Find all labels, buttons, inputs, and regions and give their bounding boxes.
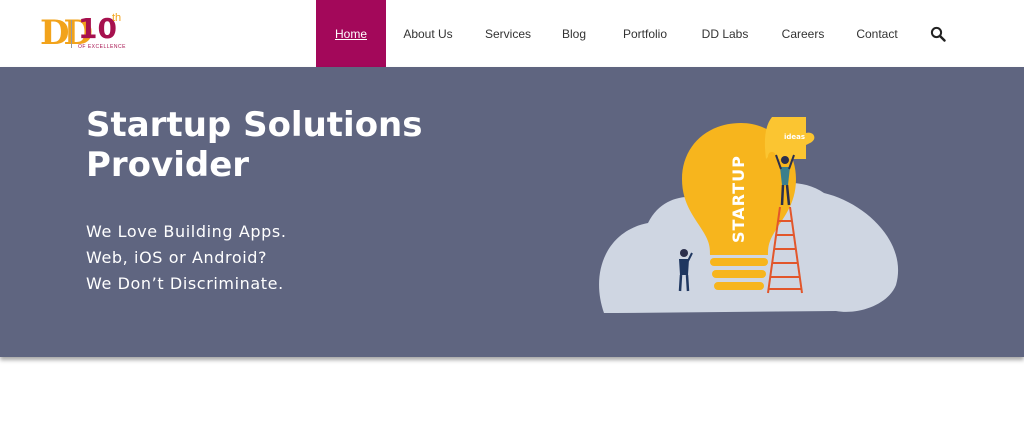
bulb-text: STARTUP (729, 155, 748, 243)
startup-lightbulb-illustration: ideas STARTUP (599, 117, 899, 313)
hero-line-2: Web, iOS or Android? (86, 248, 268, 267)
logo-superscript: th (112, 12, 122, 24)
bulb-base-1 (710, 258, 768, 266)
nav-blog[interactable]: Blog (546, 0, 602, 67)
site-header: DD 10 th OF EXCELLENCE Home About Us Ser… (0, 0, 1024, 67)
nav-services[interactable]: Services (470, 0, 546, 67)
bulb-base-3 (714, 282, 764, 290)
hero-title: Startup Solutions Provider (86, 105, 423, 185)
logo-tagline: OF EXCELLENCE (78, 44, 126, 50)
nav-home[interactable]: Home (316, 0, 386, 67)
puzzle-text: ideas (784, 133, 805, 141)
nav-dd-labs[interactable]: DD Labs (688, 0, 762, 67)
main-nav: Home About Us Services Blog Portfolio DD… (316, 0, 910, 67)
hero-banner: Startup Solutions Provider We Love Build… (0, 67, 1024, 357)
company-logo[interactable]: DD 10 th OF EXCELLENCE (40, 12, 130, 54)
search-icon[interactable] (930, 26, 946, 42)
hero-line-3: We Don’t Discriminate. (86, 274, 284, 293)
hero-line-1: We Love Building Apps. (86, 222, 287, 241)
nav-careers[interactable]: Careers (762, 0, 844, 67)
bulb-base-2 (712, 270, 766, 278)
nav-contact[interactable]: Contact (844, 0, 910, 67)
hero-tagline: We Love Building Apps. Web, iOS or Andro… (86, 219, 287, 297)
nav-portfolio[interactable]: Portfolio (602, 0, 688, 67)
logo-divider (71, 20, 72, 48)
nav-about-us[interactable]: About Us (386, 0, 470, 67)
